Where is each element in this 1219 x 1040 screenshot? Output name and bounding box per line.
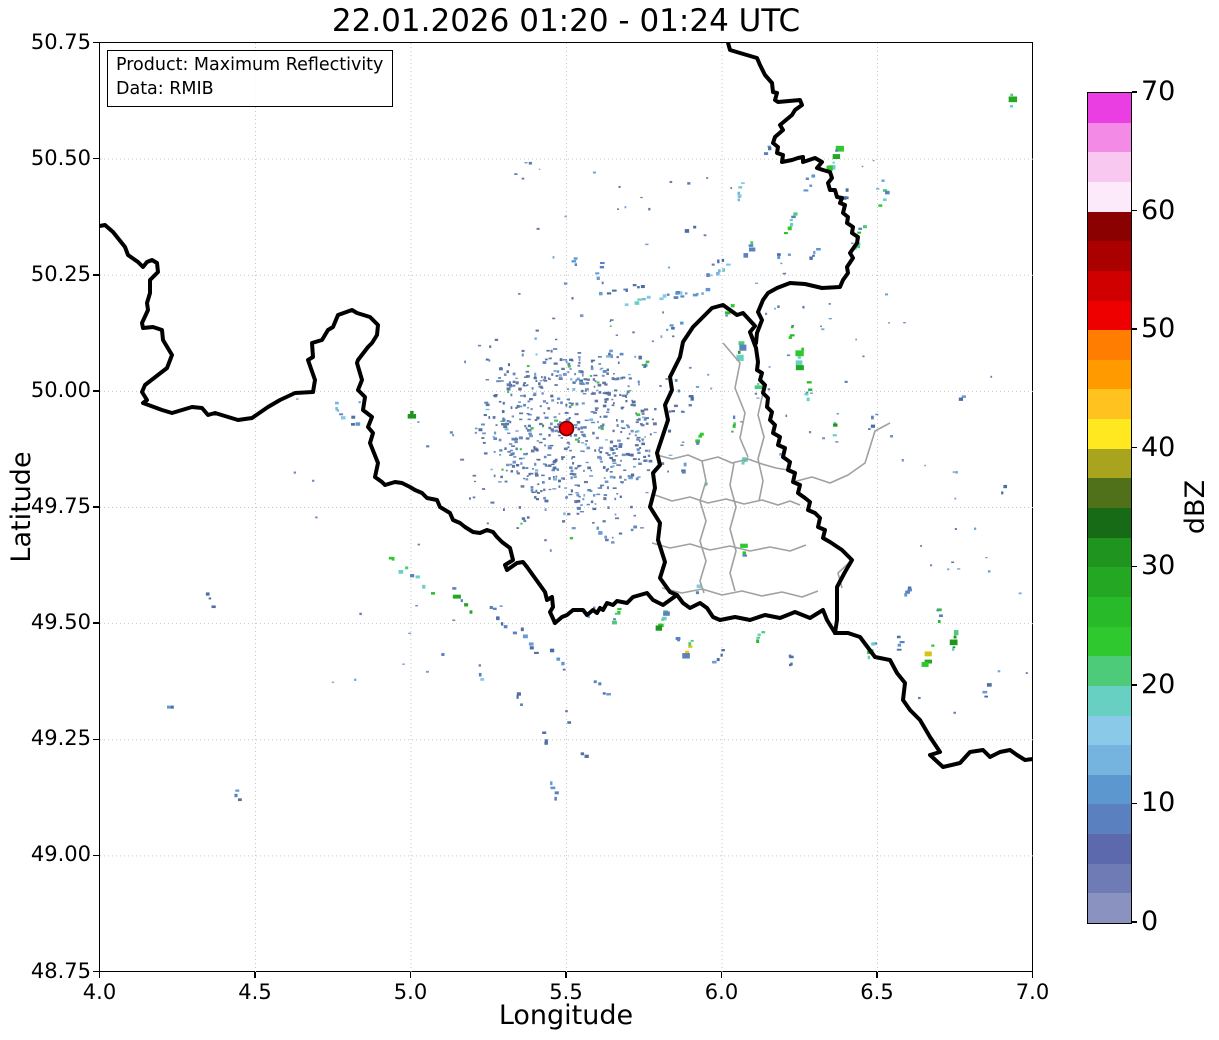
x-tick-mark: [409, 972, 412, 978]
colorbar-tick-label: 30: [1141, 550, 1176, 582]
colorbar-segment: [1088, 359, 1131, 390]
radar-echoes: [167, 93, 1018, 802]
colorbar-tick-label: 50: [1141, 313, 1176, 345]
radar-site-marker: [558, 420, 575, 437]
colorbar-segment: [1088, 448, 1131, 479]
y-tick-label: 50.25: [30, 261, 91, 286]
y-tick-label: 49.50: [30, 610, 91, 635]
colorbar-segment: [1088, 270, 1131, 301]
colorbar-tick-mark: [1132, 209, 1137, 212]
grid-lines: [100, 43, 1033, 972]
colorbar-tick-mark: [1132, 684, 1137, 686]
colorbar-segment: [1088, 507, 1131, 538]
figure-title: 22.01.2026 01:20 - 01:24 UTC: [331, 3, 801, 39]
colorbar-segment: [1088, 181, 1131, 212]
y-tick-label: 49.25: [30, 726, 91, 751]
colorbar-tick-mark: [1132, 565, 1137, 568]
y-tick-mark: [93, 854, 99, 857]
x-tick-label: 6.0: [704, 980, 739, 1004]
radar-figure: 22.01.2026 01:20 - 01:24 UTC Product: Ma…: [0, 0, 1219, 1040]
x-tick-mark: [565, 972, 567, 978]
colorbar-segment: [1088, 566, 1131, 597]
colorbar-segment: [1088, 151, 1131, 182]
colorbar-segment: [1088, 625, 1131, 657]
colorbar-segment: [1088, 803, 1131, 835]
colorbar-segment: [1088, 833, 1131, 864]
colorbar-tick-mark: [1132, 328, 1137, 330]
colorbar-tick-label: 70: [1141, 76, 1176, 107]
x-tick-mark: [254, 972, 256, 978]
x-tick-mark: [876, 972, 878, 978]
y-tick-mark: [93, 274, 99, 276]
y-tick-label: 49.00: [30, 842, 91, 867]
colorbar-segment: [1088, 596, 1131, 627]
colorbar-segment: [1088, 121, 1131, 153]
y-tick-mark: [93, 622, 99, 624]
x-tick-label: 4.0: [82, 980, 117, 1004]
product-annotation: Product: Maximum Reflectivity Data: RMIB: [107, 50, 394, 108]
y-tick-label: 48.75: [30, 958, 91, 983]
x-tick-label: 5.0: [393, 980, 428, 1004]
colorbar-tick-mark: [1132, 921, 1137, 923]
colorbar-segment: [1088, 655, 1131, 686]
colorbar-segment: [1088, 536, 1131, 568]
y-tick-mark: [93, 390, 99, 392]
colorbar-segment: [1088, 299, 1131, 331]
colorbar-segment: [1088, 329, 1131, 360]
colorbar-segment: [1088, 685, 1131, 716]
x-tick-mark: [1031, 972, 1034, 978]
x-tick-mark: [720, 972, 723, 978]
colorbar: [1087, 92, 1132, 924]
annotation-source-line: Data: RMIB: [116, 78, 214, 99]
colorbar-segment: [1088, 863, 1131, 894]
y-tick-mark: [93, 738, 99, 740]
admin-borders: [651, 342, 891, 598]
x-tick-label: 4.5: [238, 980, 272, 1004]
colorbar-tick-label: 0: [1141, 906, 1159, 937]
colorbar-segment: [1088, 774, 1131, 805]
colorbar-tick-mark: [1132, 91, 1137, 93]
y-tick-mark: [93, 41, 99, 44]
colorbar-segment: [1088, 892, 1131, 923]
colorbar-segment: [1088, 744, 1131, 775]
colorbar-tick-label: 60: [1141, 194, 1176, 226]
x-tick-label: 7.0: [1015, 980, 1050, 1004]
colorbar-segment: [1088, 388, 1131, 420]
colorbar-label: dBZ: [1180, 479, 1211, 535]
annotation-product-line: Product: Maximum Reflectivity: [116, 55, 384, 75]
colorbar-segment: [1088, 714, 1131, 746]
colorbar-tick-label: 40: [1141, 431, 1176, 463]
map-canvas: [100, 43, 1033, 972]
y-tick-label: 50.50: [30, 145, 91, 170]
colorbar-segment: [1088, 240, 1131, 271]
colorbar-tick-label: 20: [1141, 668, 1176, 700]
colorbar-segment: [1088, 210, 1131, 242]
x-tick-label: 5.5: [549, 980, 583, 1004]
colorbar-tick-mark: [1132, 802, 1137, 805]
y-tick-label: 50.75: [30, 29, 91, 54]
y-tick-label: 50.00: [30, 377, 91, 402]
y-tick-mark: [93, 970, 99, 973]
x-tick-mark: [98, 972, 101, 978]
y-tick-mark: [93, 506, 99, 508]
colorbar-segment: [1088, 477, 1131, 508]
colorbar-segment: [1088, 418, 1131, 449]
y-tick-mark: [93, 157, 99, 160]
x-tick-label: 6.5: [860, 980, 894, 1004]
y-tick-label: 49.75: [30, 494, 91, 518]
colorbar-tick-mark: [1132, 446, 1137, 449]
colorbar-tick-label: 10: [1141, 787, 1176, 819]
plot-area: Product: Maximum Reflectivity Data: RMIB: [99, 42, 1033, 972]
colorbar-segment: [1088, 93, 1131, 123]
